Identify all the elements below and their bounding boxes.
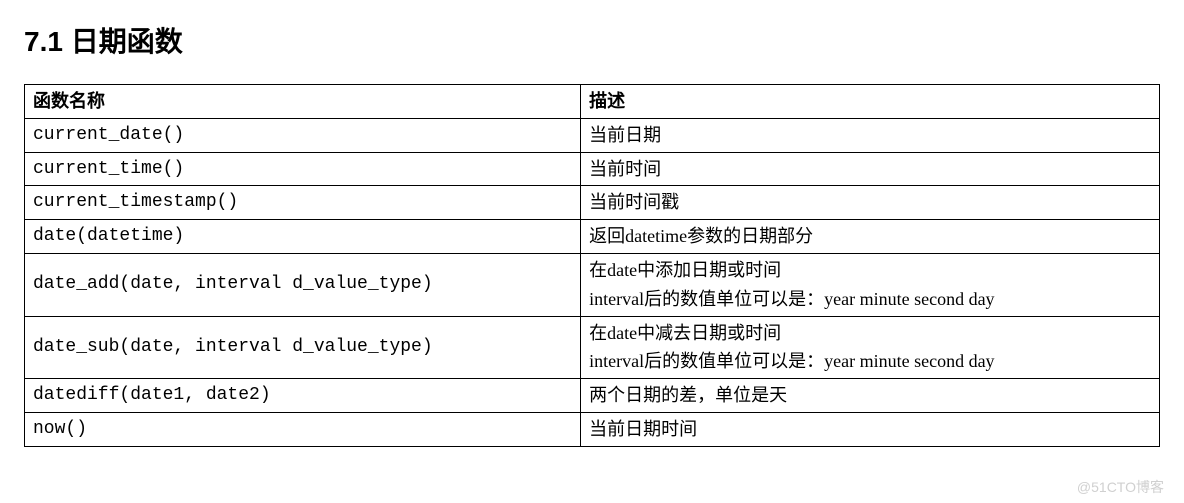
- cell-description: 两个日期的差，单位是天: [581, 379, 1160, 413]
- table-row: current_date()当前日期: [25, 118, 1160, 152]
- table-row: date_add(date, interval d_value_type)在da…: [25, 253, 1160, 316]
- cell-description: 当前时间戳: [581, 186, 1160, 220]
- cell-func-name: current_time(): [25, 152, 581, 186]
- table-row: date_sub(date, interval d_value_type)在da…: [25, 316, 1160, 379]
- cell-func-name: date_sub(date, interval d_value_type): [25, 316, 581, 379]
- cell-func-name: date(datetime): [25, 220, 581, 254]
- header-description: 描述: [581, 85, 1160, 119]
- cell-description: 返回datetime参数的日期部分: [581, 220, 1160, 254]
- header-func-name: 函数名称: [25, 85, 581, 119]
- cell-description: 当前时间: [581, 152, 1160, 186]
- cell-description: 在date中减去日期或时间interval后的数值单位可以是：year minu…: [581, 316, 1160, 379]
- cell-description: 当前日期: [581, 118, 1160, 152]
- table-row: datediff(date1, date2)两个日期的差，单位是天: [25, 379, 1160, 413]
- cell-func-name: now(): [25, 412, 581, 446]
- table-body: current_date()当前日期current_time()当前时间curr…: [25, 118, 1160, 446]
- table-row: current_timestamp()当前时间戳: [25, 186, 1160, 220]
- section-heading: 7.1 日期函数: [24, 20, 1160, 60]
- cell-func-name: datediff(date1, date2): [25, 379, 581, 413]
- watermark: @51CTO博客: [1077, 477, 1164, 497]
- table-header-row: 函数名称 描述: [25, 85, 1160, 119]
- table-row: current_time()当前时间: [25, 152, 1160, 186]
- table-row: now()当前日期时间: [25, 412, 1160, 446]
- cell-description: 当前日期时间: [581, 412, 1160, 446]
- cell-func-name: date_add(date, interval d_value_type): [25, 253, 581, 316]
- function-table: 函数名称 描述 current_date()当前日期current_time()…: [24, 84, 1160, 447]
- cell-func-name: current_timestamp(): [25, 186, 581, 220]
- table-row: date(datetime)返回datetime参数的日期部分: [25, 220, 1160, 254]
- cell-description: 在date中添加日期或时间interval后的数值单位可以是：year minu…: [581, 253, 1160, 316]
- cell-func-name: current_date(): [25, 118, 581, 152]
